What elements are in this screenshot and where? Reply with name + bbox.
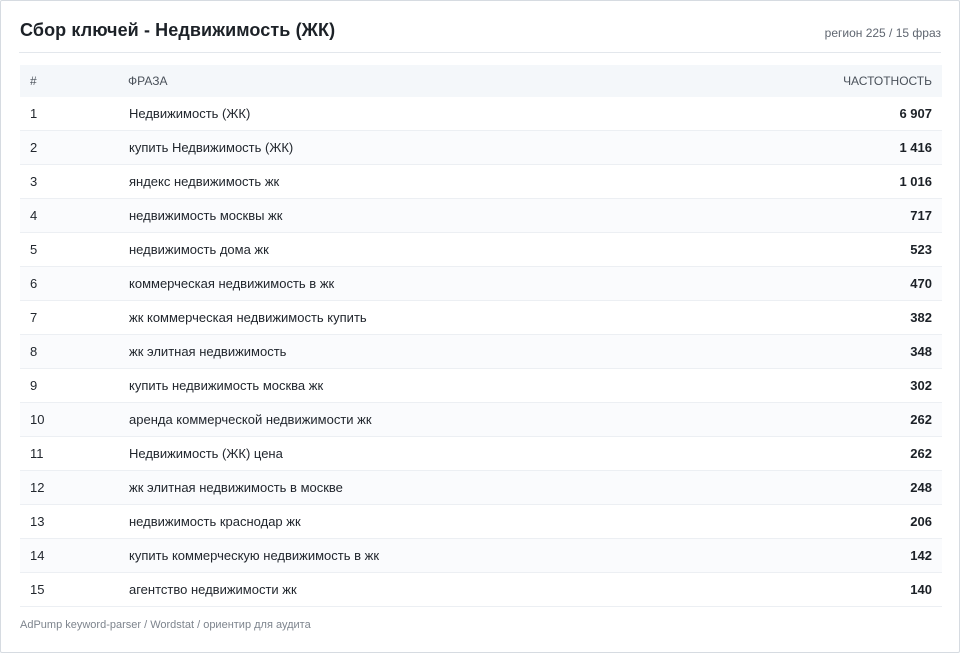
row-phrase: агентство недвижимости жк	[128, 572, 732, 607]
row-index: 10	[20, 402, 128, 437]
row-phrase: купить коммерческую недвижимость в жк	[128, 538, 732, 573]
keywords-table-wrapper: # Фраза Частотность 1 Недвижимость (ЖК) 6 …	[20, 65, 942, 607]
row-index: 2	[20, 130, 128, 165]
table-row: 7 жк коммерческая недвижимость купить 382	[20, 300, 942, 335]
report-card: Сбор ключей - Недвижимость (ЖК) регион 2…	[0, 0, 960, 653]
table-body: 1 Недвижимость (ЖК) 6 907 2 купить Недвижимо…	[20, 97, 942, 607]
row-phrase: коммерческая недвижимость в жк	[128, 266, 732, 301]
row-frequency: 1 016	[732, 164, 942, 199]
page-title: Сбор ключей - Недвижимость (ЖК)	[20, 20, 336, 40]
table-row: 15 агентство недвижимости жк 140	[20, 572, 942, 607]
row-frequency: 248	[732, 470, 942, 505]
row-frequency: 140	[732, 572, 942, 607]
row-phrase: недвижимость краснодар жк	[128, 504, 732, 539]
row-index: 3	[20, 164, 128, 199]
row-phrase: жк коммерческая недвижимость купить	[128, 300, 732, 335]
table-row: 13 недвижимость краснодар жк 206	[20, 504, 942, 539]
row-index: 9	[20, 368, 128, 403]
row-frequency: 302	[732, 368, 942, 403]
row-frequency: 262	[732, 402, 942, 437]
table-row: 8 жк элитная недвижимость 348	[20, 334, 942, 369]
row-phrase: аренда коммерческой недвижимости жк	[128, 402, 732, 437]
row-phrase: недвижимость дома жк	[128, 232, 732, 267]
table-head: # Фраза Частотность	[20, 65, 942, 97]
row-frequency: 6 907	[732, 97, 942, 131]
row-frequency: 206	[732, 504, 942, 539]
row-index: 11	[20, 436, 128, 471]
table-row: 9 купить недвижимость москва жк 302	[20, 368, 942, 403]
row-phrase: купить недвижимость москва жк	[128, 368, 732, 403]
row-index: 12	[20, 470, 128, 505]
column-header-phrase: Фраза	[128, 65, 732, 97]
row-phrase: купить Недвижимость (ЖК)	[128, 130, 732, 165]
table-row: 4 недвижимость москвы жк 717	[20, 198, 942, 233]
table-row: 6 коммерческая недвижимость в жк 470	[20, 266, 942, 301]
row-index: 13	[20, 504, 128, 539]
table-row: 10 аренда коммерческой недвижимости жк 262	[20, 402, 942, 437]
table-row: 11 Недвижимость (ЖК) цена 262	[20, 436, 942, 471]
row-phrase: жк элитная недвижимость в москве	[128, 470, 732, 505]
table-row: 1 Недвижимость (ЖК) 6 907	[20, 97, 942, 131]
footer-note: AdPump keyword-parser / Wordstat / ориен…	[20, 619, 311, 631]
table-header-row: # Фраза Частотность	[20, 65, 942, 97]
row-index: 5	[20, 232, 128, 267]
row-index: 8	[20, 334, 128, 369]
row-phrase: яндекс недвижимость жк	[128, 164, 732, 199]
table-row: 2 купить Недвижимость (ЖК) 1 416	[20, 130, 942, 165]
row-frequency: 142	[732, 538, 942, 573]
row-frequency: 717	[732, 198, 942, 233]
column-header-frequency: Частотность	[732, 65, 942, 97]
row-index: 4	[20, 198, 128, 233]
row-phrase: недвижимость москвы жк	[128, 198, 732, 233]
report-header: Сбор ключей - Недвижимость (ЖК) регион 2…	[19, 1, 941, 53]
row-frequency: 1 416	[732, 130, 942, 165]
keywords-table: # Фраза Частотность 1 Недвижимость (ЖК) 6 …	[20, 65, 942, 607]
row-index: 15	[20, 572, 128, 607]
row-frequency: 470	[732, 266, 942, 301]
table-row: 12 жк элитная недвижимость в москве 248	[20, 470, 942, 505]
row-phrase: жк элитная недвижимость	[128, 334, 732, 369]
row-phrase: Недвижимость (ЖК)	[128, 97, 732, 131]
region-phrase-count: регион 225 / 15 фраз	[824, 26, 941, 40]
row-frequency: 262	[732, 436, 942, 471]
table-row: 3 яндекс недвижимость жк 1 016	[20, 164, 942, 199]
row-frequency: 382	[732, 300, 942, 335]
row-index: 14	[20, 538, 128, 573]
table-row: 14 купить коммерческую недвижимость в жк 1…	[20, 538, 942, 573]
row-index: 7	[20, 300, 128, 335]
table-row: 5 недвижимость дома жк 523	[20, 232, 942, 267]
row-index: 6	[20, 266, 128, 301]
row-frequency: 523	[732, 232, 942, 267]
row-frequency: 348	[732, 334, 942, 369]
row-phrase: Недвижимость (ЖК) цена	[128, 436, 732, 471]
row-index: 1	[20, 97, 128, 131]
column-header-index: #	[20, 65, 128, 97]
